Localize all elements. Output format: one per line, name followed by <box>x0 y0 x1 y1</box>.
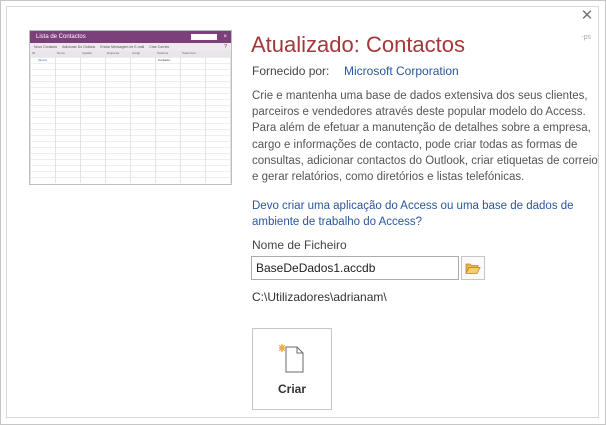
provider-name: Microsoft Corporation <box>344 64 459 78</box>
thumbnail-tool: Criar Correio <box>149 45 170 49</box>
file-name-input[interactable] <box>251 256 459 280</box>
app-vs-desktop-help-link[interactable]: Devo criar uma aplicação do Access ou um… <box>252 198 597 230</box>
thumbnail-title-bar: Lista de Contactos × <box>30 31 231 43</box>
thumbnail-search-box <box>191 34 217 40</box>
thumbnail-tool: Adicionar Do Outlook <box>62 45 96 49</box>
new-document-icon <box>279 344 304 373</box>
thumbnail-cell: Contacto <box>158 58 171 62</box>
template-preview-thumbnail: Lista de Contactos × Novo Contacto Adici… <box>29 30 232 185</box>
thumbnail-title: Lista de Contactos <box>36 34 86 40</box>
template-title: Atualizado: Contactos <box>251 32 466 57</box>
corner-mark: -ps <box>581 34 591 41</box>
thumbnail-grid: (Novo) Contacto <box>30 57 231 183</box>
template-description: Crie e mantenha uma base de dados extens… <box>252 90 598 184</box>
provider-label: Fornecido por: <box>252 64 330 78</box>
thumbnail-new-row: (Novo) <box>38 58 48 62</box>
save-location-path: C:\Utilizadores\adrianam\ <box>252 290 387 304</box>
thumbnail-tool: Novo Contacto <box>34 45 58 49</box>
create-button-label: Criar <box>277 382 306 396</box>
create-button[interactable]: Criar <box>252 328 332 410</box>
file-name-label: Nome de Ficheiro <box>252 238 347 252</box>
thumbnail-close-icon: × <box>223 34 227 40</box>
browse-folder-button[interactable] <box>461 256 485 280</box>
close-icon: ✕ <box>580 7 594 24</box>
close-button[interactable]: ✕ <box>579 8 595 24</box>
template-dialog: ✕ -ps Lista de Contactos × Novo Contacto… <box>0 0 606 425</box>
thumbnail-toolbar: Novo Contacto Adicionar Do Outlook Envia… <box>30 43 231 51</box>
thumbnail-tool: Enviar Mensagem de E-mail <box>100 45 145 49</box>
thumbnail-help-icon: ? <box>224 44 227 50</box>
folder-open-icon <box>465 263 481 274</box>
